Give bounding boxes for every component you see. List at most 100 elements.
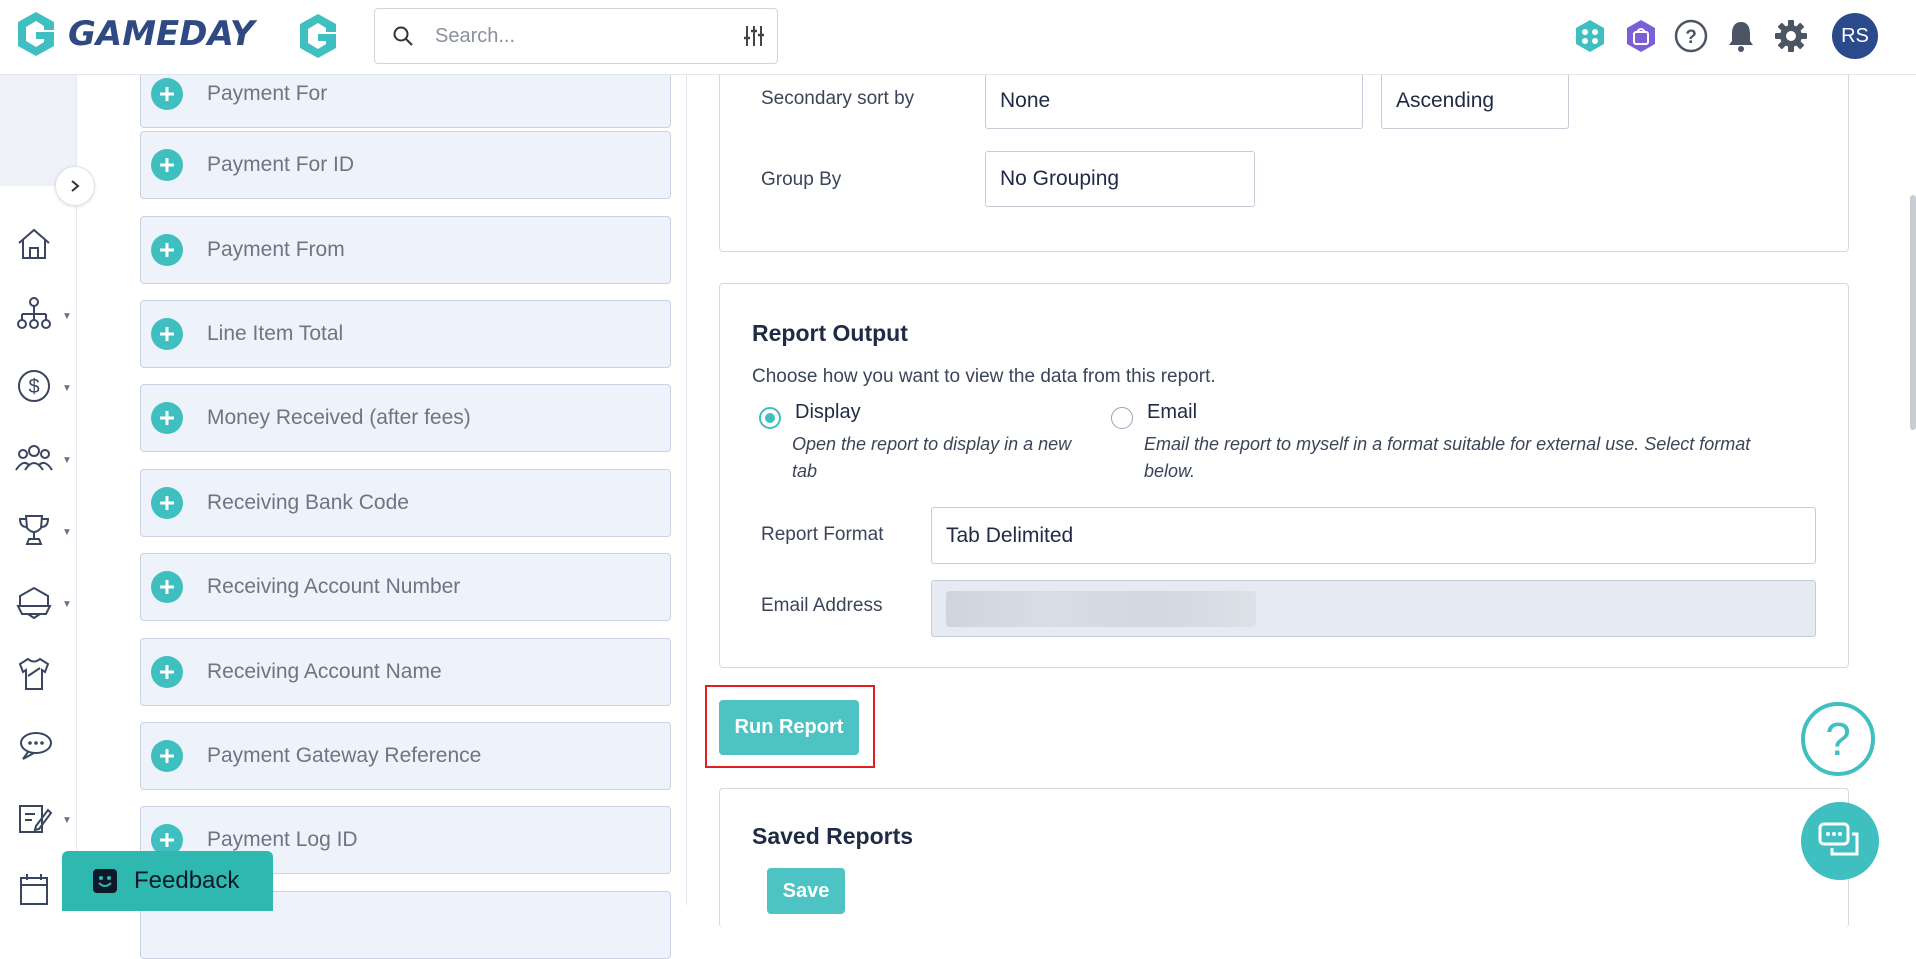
field-item[interactable]: Payment From	[140, 216, 671, 284]
field-label: Line Item Total	[207, 322, 344, 345]
secondary-sort-select[interactable]: None	[985, 73, 1363, 129]
nav-calendar[interactable]	[14, 870, 62, 910]
report-output-panel: Report Output Choose how you want to vie…	[719, 283, 1849, 668]
save-report-button[interactable]: Save	[767, 868, 845, 914]
help-widget-button[interactable]: ?	[1801, 702, 1875, 776]
group-by-label: Group By	[761, 169, 842, 190]
group-by-select[interactable]: No Grouping	[985, 151, 1255, 207]
caret-down-icon: ▼	[62, 311, 72, 322]
display-option-title: Display	[795, 401, 861, 423]
add-plus-icon[interactable]	[151, 656, 183, 688]
page-scrollbar[interactable]	[1910, 195, 1916, 430]
caret-down-icon: ▼	[62, 815, 72, 826]
nav-members[interactable]	[14, 438, 62, 478]
field-label: Receiving Account Number	[207, 575, 461, 598]
secondary-sort-label: Secondary sort by	[761, 88, 915, 109]
caret-down-icon: ▼	[62, 383, 72, 394]
chat-bubbles-icon	[20, 732, 52, 760]
community-hex-icon[interactable]	[1572, 18, 1608, 54]
trophy-icon	[18, 515, 50, 545]
saved-reports-panel: Saved Reports	[719, 788, 1849, 928]
shop-hex-icon[interactable]	[1623, 18, 1659, 54]
chat-icon	[1818, 822, 1859, 856]
redacted-email	[946, 590, 1256, 627]
caret-down-icon: ▼	[62, 527, 72, 538]
club-badge-icon	[16, 586, 52, 620]
logo-text: GAMEDAY	[68, 14, 255, 54]
field-item[interactable]: Payment For ID	[140, 131, 671, 199]
gameday-logo[interactable]: GAMEDAY	[14, 10, 255, 58]
field-label: Payment Log ID	[207, 828, 358, 851]
search-bar	[374, 8, 778, 64]
display-radio[interactable]	[759, 407, 781, 429]
dollar-icon: $	[18, 370, 50, 402]
question-mark-icon: ?	[1825, 713, 1851, 765]
add-plus-icon[interactable]	[151, 487, 183, 519]
run-report-button[interactable]: Run Report	[719, 700, 859, 755]
search-icon	[393, 26, 413, 46]
gameday-logo-icon	[18, 12, 54, 56]
nav-organisation[interactable]	[14, 294, 62, 334]
notification-bell-icon[interactable]	[1723, 18, 1759, 54]
field-label: Payment Gateway Reference	[207, 744, 482, 767]
nav-clubs[interactable]	[14, 582, 62, 622]
add-plus-icon[interactable]	[151, 234, 183, 266]
org-chart-icon	[17, 297, 51, 329]
field-item[interactable]: Money Received (after fees)	[140, 384, 671, 452]
secondary-sort-order-select[interactable]: Ascending	[1381, 73, 1569, 129]
caret-down-icon: ▼	[62, 599, 72, 610]
report-output-title: Report Output	[752, 320, 908, 346]
column-divider	[686, 74, 687, 905]
top-header: GAMEDAY ?	[0, 0, 1916, 75]
display-option-desc-line2: tab	[792, 461, 818, 481]
edit-form-icon	[19, 805, 53, 833]
field-label: Payment For	[207, 82, 328, 105]
nav-communications[interactable]	[14, 726, 62, 766]
org-logo-icon[interactable]	[296, 12, 340, 65]
chat-widget-button[interactable]	[1801, 802, 1879, 880]
saved-reports-title: Saved Reports	[752, 823, 914, 849]
nav-home[interactable]	[14, 224, 62, 264]
report-format-select[interactable]: Tab Delimited	[931, 507, 1816, 564]
display-option-desc-line1: Open the report to display in a new	[792, 434, 1072, 454]
user-avatar[interactable]: RS	[1832, 13, 1878, 59]
field-item[interactable]: Line Item Total	[140, 300, 671, 368]
email-option-desc-line1: Email the report to myself in a format s…	[1144, 434, 1751, 454]
add-plus-icon[interactable]	[151, 318, 183, 350]
feedback-tab[interactable]: Feedback	[62, 851, 273, 911]
settings-gear-icon[interactable]	[1773, 18, 1809, 54]
add-plus-icon[interactable]	[151, 740, 183, 772]
field-item[interactable]: Receiving Bank Code	[140, 469, 671, 537]
nav-forms[interactable]	[14, 798, 62, 838]
people-group-icon	[15, 445, 53, 471]
field-label: Money Received (after fees)	[207, 406, 471, 429]
email-option-desc-line2: below.	[1144, 461, 1196, 481]
field-label: Receiving Bank Code	[207, 491, 409, 514]
add-plus-icon[interactable]	[151, 149, 183, 181]
home-icon	[18, 228, 50, 259]
calendar-icon	[20, 874, 48, 905]
field-item[interactable]: Receiving Account Name	[140, 638, 671, 706]
field-label: Payment From	[207, 238, 345, 261]
nav-finance[interactable]: $	[14, 366, 62, 406]
email-address-field[interactable]	[931, 580, 1816, 637]
nav-merchandise[interactable]	[14, 654, 62, 694]
expand-sidebar-button[interactable]	[55, 166, 95, 206]
add-plus-icon[interactable]	[151, 78, 183, 110]
email-address-label: Email Address	[761, 595, 883, 616]
filter-sliders-icon[interactable]	[741, 23, 767, 49]
add-plus-icon[interactable]	[151, 571, 183, 603]
search-input[interactable]	[433, 23, 727, 49]
report-format-label: Report Format	[761, 524, 884, 545]
email-radio[interactable]	[1111, 407, 1133, 429]
field-label: Receiving Account Name	[207, 660, 442, 683]
help-icon[interactable]: ?	[1673, 18, 1709, 54]
field-item[interactable]: Receiving Account Number	[140, 553, 671, 621]
left-nav-rail: ▼ $ ▼ ▼ ▼ ▼ ▼	[0, 74, 95, 905]
report-output-description: Choose how you want to view the data fro…	[752, 366, 1216, 387]
field-item[interactable]: Payment Gateway Reference	[140, 722, 671, 790]
nav-competitions[interactable]	[14, 510, 62, 550]
caret-down-icon: ▼	[62, 455, 72, 466]
add-plus-icon[interactable]	[151, 402, 183, 434]
feedback-label: Feedback	[134, 867, 240, 894]
